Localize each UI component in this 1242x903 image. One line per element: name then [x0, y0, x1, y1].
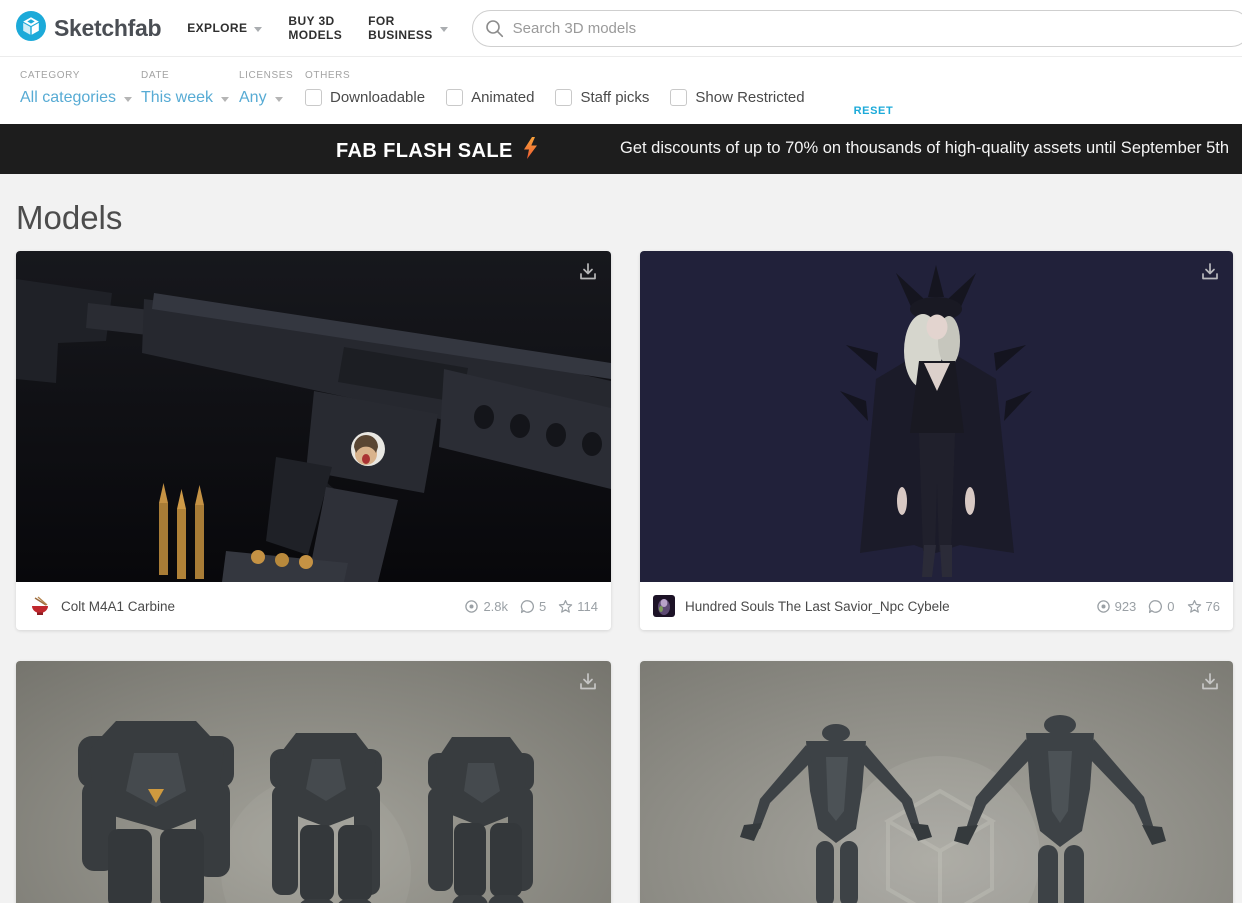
- date-dropdown[interactable]: This week: [141, 89, 239, 107]
- nav-for-business[interactable]: FOR BUSINESS: [368, 14, 448, 42]
- brand-name: Sketchfab: [54, 15, 161, 42]
- filter-bar: CATEGORY All categories DATE This week L…: [0, 57, 1242, 124]
- models-grid: Colt M4A1 Carbine 2.8k 5: [16, 251, 1242, 903]
- model-thumbnail[interactable]: [640, 661, 1233, 903]
- reset-filters-button[interactable]: RESET: [854, 97, 894, 124]
- checkbox-downloadable[interactable]: Downloadable: [305, 89, 425, 106]
- likes-stat: 114: [558, 599, 598, 614]
- comment-icon: [1148, 599, 1163, 614]
- comments-stat: 5: [520, 599, 546, 614]
- search-input[interactable]: [472, 10, 1242, 47]
- category-label: CATEGORY: [20, 70, 141, 81]
- star-icon: [1187, 599, 1202, 614]
- sketchfab-logo-icon: [16, 11, 46, 46]
- model-card: Colt M4A1 Carbine 2.8k 5: [16, 251, 611, 630]
- sketchfab-logo[interactable]: Sketchfab: [16, 11, 161, 46]
- user-avatar[interactable]: [29, 595, 51, 617]
- eye-icon: [1096, 599, 1111, 614]
- date-label: DATE: [141, 70, 239, 81]
- download-button[interactable]: [577, 671, 599, 698]
- user-avatar[interactable]: [653, 595, 675, 617]
- licenses-label: LICENSES: [239, 70, 305, 81]
- show-restricted-checkbox[interactable]: [670, 89, 687, 106]
- sale-banner[interactable]: FAB FLASH SALE Get discounts of up to 70…: [0, 124, 1242, 174]
- model-stats: 2.8k 5 114: [452, 599, 598, 614]
- checkbox-show-restricted[interactable]: Show Restricted: [670, 89, 804, 106]
- model-card: Hundred Souls The Last Savior_Npc Cybele…: [640, 251, 1233, 630]
- downloadable-checkbox[interactable]: [305, 89, 322, 106]
- model-title[interactable]: Hundred Souls The Last Savior_Npc Cybele: [685, 599, 1084, 614]
- download-button[interactable]: [577, 261, 599, 288]
- model-card-footer: Colt M4A1 Carbine 2.8k 5: [16, 582, 611, 630]
- views-stat: 923: [1096, 599, 1137, 614]
- likes-stat: 76: [1187, 599, 1220, 614]
- model-stats: 923 0 76: [1084, 599, 1220, 614]
- nav-explore[interactable]: EXPLORE: [187, 21, 262, 35]
- category-dropdown[interactable]: All categories: [20, 89, 141, 107]
- model-card: [16, 661, 611, 903]
- eye-icon: [464, 599, 479, 614]
- model-thumbnail[interactable]: [16, 661, 611, 903]
- sale-banner-title: FAB FLASH SALE: [336, 137, 538, 165]
- views-stat: 2.8k: [464, 599, 508, 614]
- download-button[interactable]: [1199, 671, 1221, 698]
- download-button[interactable]: [1199, 261, 1221, 288]
- licenses-dropdown[interactable]: Any: [239, 89, 305, 107]
- comments-stat: 0: [1148, 599, 1174, 614]
- model-thumbnail[interactable]: [640, 251, 1233, 582]
- model-card: [640, 661, 1233, 903]
- page-title: Models: [16, 199, 1242, 237]
- model-thumbnail[interactable]: [16, 251, 611, 582]
- comment-icon: [520, 599, 535, 614]
- model-title[interactable]: Colt M4A1 Carbine: [61, 599, 452, 614]
- chevron-down-icon: [221, 97, 229, 102]
- star-icon: [558, 599, 573, 614]
- search-icon: [485, 19, 504, 43]
- lightning-bolt-icon: [523, 137, 538, 165]
- staff-picks-checkbox[interactable]: [555, 89, 572, 106]
- top-navbar: Sketchfab EXPLORE BUY 3D MODELS FOR BUSI…: [0, 0, 1242, 57]
- nav-buy-3d-models[interactable]: BUY 3D MODELS: [288, 14, 342, 42]
- others-label: OTHERS: [305, 70, 826, 81]
- sale-banner-message: Get discounts of up to 70% on thousands …: [620, 139, 1229, 158]
- animated-checkbox[interactable]: [446, 89, 463, 106]
- search-bar: [472, 10, 1242, 47]
- checkbox-staff-picks[interactable]: Staff picks: [555, 89, 649, 106]
- chevron-down-icon: [440, 27, 448, 32]
- checkbox-animated[interactable]: Animated: [446, 89, 534, 106]
- chevron-down-icon: [254, 27, 262, 32]
- chevron-down-icon: [124, 97, 132, 102]
- model-card-footer: Hundred Souls The Last Savior_Npc Cybele…: [640, 582, 1233, 630]
- chevron-down-icon: [275, 97, 283, 102]
